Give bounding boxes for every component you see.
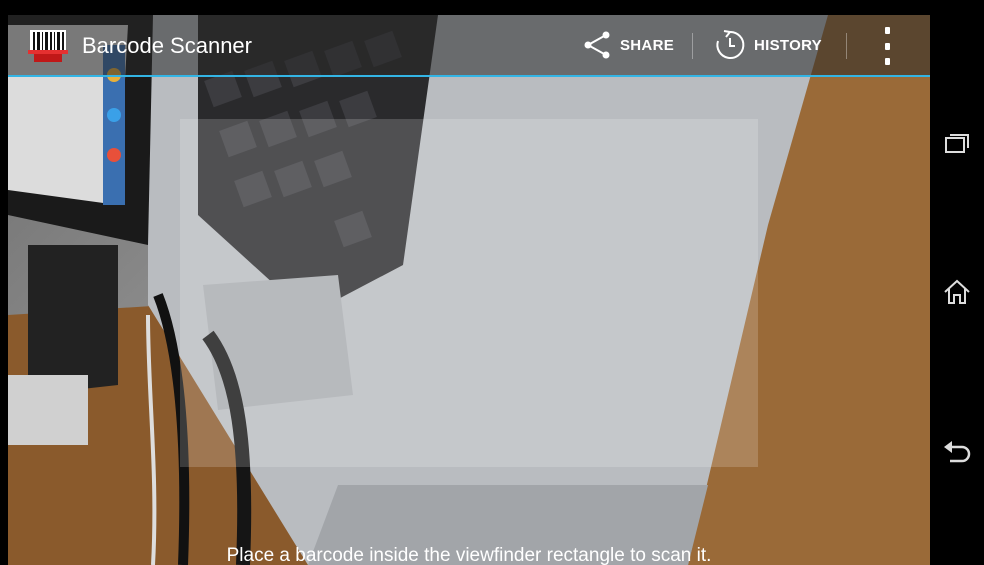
recent-apps-button[interactable] [930,114,984,174]
history-label: HISTORY [754,36,822,54]
overflow-dot [884,27,890,34]
back-icon [944,441,971,463]
overflow-dot [884,58,890,65]
action-bar-accent-line [8,75,930,77]
overflow-menu-icon[interactable] [878,27,896,65]
home-icon [944,279,970,304]
action-divider [692,33,693,59]
viewfinder-rectangle [180,119,758,467]
recent-apps-icon [945,134,969,153]
status-text: Place a barcode inside the viewfinder re… [226,545,712,565]
history-icon [716,30,745,59]
home-button[interactable] [930,262,984,322]
system-nav-bar [930,0,984,565]
app-title: Barcode Scanner [82,33,252,58]
share-icon [584,31,610,59]
overflow-dot [884,42,890,50]
history-button[interactable]: HISTORY [714,25,822,65]
barcode-scanner-icon[interactable] [28,28,68,64]
share-button[interactable]: SHARE [582,25,674,65]
back-button[interactable] [930,422,984,482]
screen: Barcode Scanner SHARE HISTORY Place a ba… [0,0,984,565]
share-label: SHARE [620,36,675,54]
action-divider [846,33,847,59]
